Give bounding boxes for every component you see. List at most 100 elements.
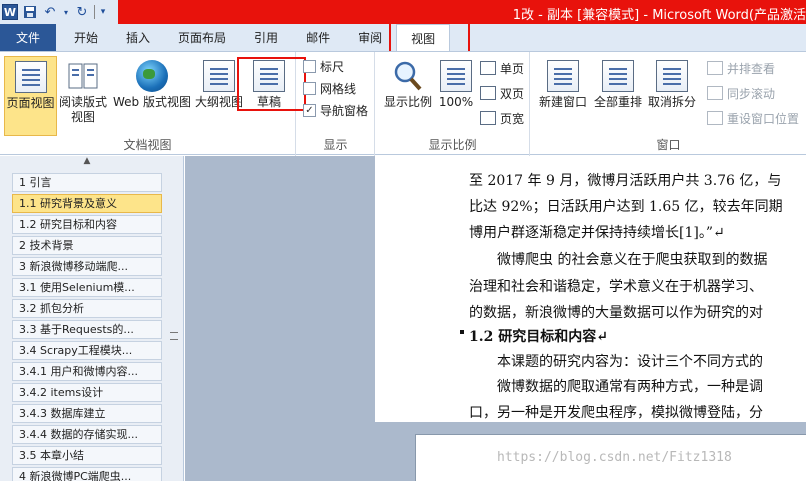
new-window-button[interactable]: 新建窗口	[535, 56, 591, 136]
full-screen-reading-button[interactable]: 阅读版式视图	[58, 56, 108, 136]
customize-qat-icon[interactable]: ▾	[99, 4, 107, 20]
nav-heading-item[interactable]: 3.1 使用Selenium模...	[12, 278, 162, 297]
nav-pane-checkbox-row[interactable]: ✓ 导航窗格	[303, 100, 368, 120]
group-zoom: 显示比例 100% 单页 双页 页宽 显示比例	[376, 52, 530, 156]
zoom-100-icon	[440, 60, 472, 92]
print-layout-icon	[14, 61, 47, 93]
remove-split-button[interactable]: 取消拆分	[645, 56, 699, 136]
one-page-label: 单页	[500, 61, 525, 76]
gridlines-checkbox-row[interactable]: 网格线	[303, 78, 356, 98]
nav-heading-item[interactable]: 3.4 Scrapy工程模块...	[12, 341, 162, 360]
outline-icon	[203, 60, 235, 92]
nav-heading-item[interactable]: 2 技术背景	[12, 236, 162, 255]
doc-heading: 1.2 研究目标和内容↵	[469, 329, 608, 345]
word-logo-icon[interactable]: W	[2, 4, 18, 20]
zoom-group-label: 显示比例	[428, 138, 477, 152]
one-page-icon	[480, 61, 496, 75]
splitter-grip-icon	[170, 332, 178, 340]
tab-file[interactable]: 文件	[0, 24, 56, 51]
nav-heading-item[interactable]: 3.5 本章小结	[12, 446, 162, 465]
redo-icon[interactable]: ↻	[74, 4, 90, 20]
nav-heading-item[interactable]: 1.2 研究目标和内容	[12, 215, 162, 234]
two-pages-label: 双页	[500, 86, 525, 101]
tab-page-layout[interactable]: 页面布局	[164, 24, 240, 51]
arrange-all-label: 全部重排	[593, 95, 642, 109]
nav-pane-splitter[interactable]	[166, 156, 182, 481]
draft-button-highlight	[237, 57, 306, 111]
view-side-by-side-button[interactable]: 并排查看	[707, 58, 775, 78]
tab-insert[interactable]: 插入	[112, 24, 164, 51]
ruler-checkbox-row[interactable]: 标尺	[303, 56, 344, 76]
nav-heading-item-selected[interactable]: 1.1 研究背景及意义	[12, 194, 162, 213]
undo-icon[interactable]: ↶	[42, 4, 58, 20]
new-window-icon	[547, 60, 579, 92]
page-width-icon	[480, 111, 496, 125]
ruler-label: 标尺	[320, 59, 345, 74]
nav-heading-item[interactable]: 3 新浪微博移动端爬...	[12, 257, 162, 276]
gridlines-label: 网格线	[320, 81, 357, 96]
reading-view-icon	[67, 60, 99, 92]
split-icon	[656, 60, 688, 92]
gridlines-checkbox[interactable]	[303, 81, 316, 95]
page-width-label: 页宽	[500, 111, 525, 126]
title-bar: W ↶ ▾ ↻ ▾ 1改 - 副本 [兼容模式] - Microsoft Wor…	[0, 0, 806, 24]
two-pages-icon	[480, 86, 496, 100]
show-group-label: 显示	[323, 138, 348, 152]
print-layout-label: 页面视图	[6, 96, 55, 110]
tab-mailings[interactable]: 邮件	[292, 24, 344, 51]
group-window: 新建窗口 全部重排 取消拆分 并排查看 同步滚动 重设窗口位置 窗口	[531, 52, 806, 156]
nav-heading-item[interactable]: 3.2 抓包分析	[12, 299, 162, 318]
tab-references[interactable]: 引用	[240, 24, 292, 51]
sync-scroll-button[interactable]: 同步滚动	[707, 83, 775, 103]
tab-home[interactable]: 开始	[60, 24, 112, 51]
new-window-label: 新建窗口	[538, 95, 587, 109]
doc-line: 微博数据的爬取通常有两种方式，一种是调	[469, 379, 763, 395]
nav-heading-item[interactable]: 3.3 基于Requests的...	[12, 320, 162, 339]
qat-dropdown-icon[interactable]: ▾	[62, 4, 70, 20]
doc-line: 至 2017 年 9 月，微博月活跃用户共 3.76 亿，与	[469, 173, 782, 189]
document-views-group-label: 文档视图	[123, 138, 172, 152]
zoom-label: 显示比例	[383, 95, 432, 109]
doc-line: 微博爬虫 的社会意义在于爬虫获取到的数据	[469, 252, 768, 268]
qat-separator	[94, 5, 95, 19]
zoom-100-label: 100%	[438, 95, 474, 109]
doc-line: 博用户群逐渐稳定并保持持续增长[1]。”↵	[469, 225, 725, 241]
page-gap	[185, 422, 806, 434]
ribbon: 页面视图 阅读版式视图 Web 版式视图 大纲视图 草稿 文档视图 标尺 网格线…	[0, 51, 806, 156]
two-pages-button[interactable]: 双页	[480, 83, 524, 103]
arrange-all-button[interactable]: 全部重排	[591, 56, 645, 136]
doc-line: 本课题的研究内容为：设计三个不同方式的	[469, 354, 763, 370]
outline-label: 大纲视图	[194, 95, 243, 109]
nav-heading-item[interactable]: 3.4.2 items设计	[12, 383, 162, 402]
nav-pane-checkbox[interactable]: ✓	[303, 103, 316, 117]
save-icon[interactable]	[22, 4, 38, 20]
document-page[interactable]: 至 2017 年 9 月，微博月活跃用户共 3.76 亿，与 比达 92%；日活…	[375, 156, 806, 422]
side-by-side-icon	[707, 61, 723, 75]
doc-line: 口，另一种是开发爬虫程序，模拟微博登陆，分	[469, 405, 763, 421]
one-page-button[interactable]: 单页	[480, 58, 524, 78]
web-layout-label: Web 版式视图	[113, 95, 191, 109]
watermark-text: https://blog.csdn.net/Fitz1318	[497, 450, 732, 465]
nav-heading-item[interactable]: 4 新浪微博PC端爬虫...	[12, 467, 162, 481]
ruler-checkbox[interactable]	[303, 59, 316, 73]
print-layout-button[interactable]: 页面视图	[4, 56, 57, 136]
nav-heading-item[interactable]: 1 引言	[12, 173, 162, 192]
remove-split-label: 取消拆分	[647, 95, 696, 109]
sync-scroll-icon	[707, 86, 723, 100]
magnifier-icon	[392, 60, 424, 92]
doc-line: 的数据，新浪微博的大量数据可以作为研究的对	[469, 305, 763, 321]
nav-heading-item[interactable]: 3.4.4 数据的存储实现...	[12, 425, 162, 444]
arrange-all-icon	[602, 60, 634, 92]
scroll-up-icon[interactable]: ▲	[12, 156, 162, 166]
doc-line: 治理和社会和谐稳定，学术意义在于机器学习、	[469, 279, 763, 295]
nav-heading-item[interactable]: 3.4.1 用户和微博内容...	[12, 362, 162, 381]
zoom-100-button[interactable]: 100%	[436, 56, 476, 136]
nav-heading-item[interactable]: 3.4.3 数据库建立	[12, 404, 162, 423]
web-layout-button[interactable]: Web 版式视图	[110, 56, 194, 136]
window-title: 1改 - 副本 [兼容模式] - Microsoft Word(产品激活	[512, 8, 806, 23]
page-width-button[interactable]: 页宽	[480, 108, 524, 128]
zoom-button[interactable]: 显示比例	[382, 56, 434, 136]
full-screen-reading-label: 阅读版式视图	[59, 95, 108, 124]
reset-window-position-button[interactable]: 重设窗口位置	[707, 108, 799, 128]
heading-bullet-icon	[460, 330, 464, 334]
